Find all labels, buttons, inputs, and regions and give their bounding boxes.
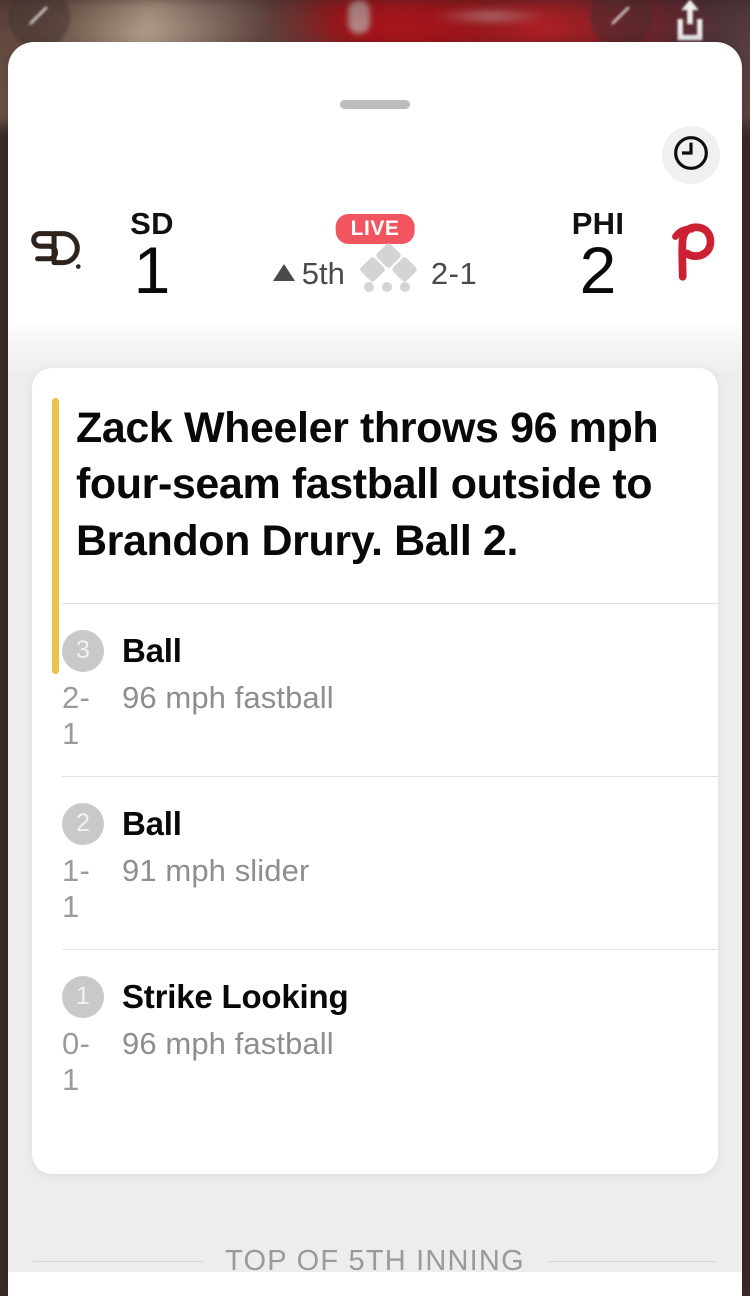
out-dot (399, 282, 410, 292)
home-team-score: 2 (579, 232, 617, 307)
outs-indicator (363, 282, 410, 292)
pitch-number-badge: 1 (62, 975, 104, 1018)
pitch-result: Ball (122, 631, 182, 669)
away-team-score-block: SD 1 (104, 208, 200, 307)
pitch-row[interactable]: 3 Ball 2-1 96 mph fastball (62, 602, 718, 776)
scoreboard[interactable]: SD 1 LIVE 5th 2-1 PHI 2 (8, 190, 742, 318)
pitch-count: 1-1 (62, 852, 91, 924)
phillies-logo (661, 219, 727, 290)
pitch-count: 2-1 (62, 679, 91, 751)
pitch-detail-line: 2-1 96 mph fastball (62, 680, 718, 752)
away-team-score: 1 (133, 232, 171, 307)
away-team-logo (8, 221, 104, 288)
play-headline: Zack Wheeler throws 96 mph four-seam fas… (76, 404, 659, 565)
pitch-number-badge: 3 (62, 629, 104, 672)
pencil-icon (24, 0, 54, 35)
pitch-list: 3 Ball 2-1 96 mph fastball 2 Ball 1-1 91… (32, 602, 718, 1122)
status-badge: LIVE (335, 214, 415, 244)
out-dot (381, 282, 392, 292)
inning-footer: TOP OF 5TH INNING (8, 1245, 742, 1278)
pitch-result-line: 2 Ball (62, 802, 718, 845)
app-root: SD 1 LIVE 5th 2-1 PHI 2 Zack Wheeler thr… (0, 0, 750, 1296)
game-detail-sheet: SD 1 LIVE 5th 2-1 PHI 2 Zack Wheeler thr… (8, 42, 742, 1296)
inning-label: 5th (301, 256, 345, 291)
pitch-row[interactable]: 2 Ball 1-1 91 mph slider (62, 775, 718, 949)
clock-icon (671, 133, 711, 178)
pencil-icon (606, 0, 636, 35)
ball-strike-count: 2-1 (430, 256, 478, 291)
pitch-detail-line: 1-1 91 mph slider (62, 853, 718, 925)
pitch-result-line: 3 Ball (62, 629, 718, 672)
pitch-description: 96 mph fastball (122, 1025, 334, 1061)
pitch-description: 91 mph slider (122, 852, 310, 888)
footer-divider-right (546, 1261, 717, 1262)
clock-button[interactable] (662, 126, 720, 184)
pitch-result: Strike Looking (122, 977, 349, 1015)
pitch-detail-line: 0-1 96 mph fastball (62, 1026, 718, 1098)
pitch-result: Ball (122, 804, 182, 842)
inning-indicator: 5th (272, 256, 345, 292)
home-team-score-block: PHI 2 (550, 208, 646, 307)
inning-top-arrow-icon (272, 263, 295, 281)
footer-divider-left (33, 1261, 204, 1262)
home-team-logo (646, 219, 742, 290)
share-button[interactable] (668, 0, 712, 42)
bases-diagram (358, 242, 418, 292)
play-headline-row: Zack Wheeler throws 96 mph four-seam fas… (32, 368, 718, 674)
inning-footer-label: TOP OF 5TH INNING (225, 1245, 525, 1277)
padres-logo (25, 221, 87, 288)
pitch-number-badge: 2 (62, 802, 104, 845)
out-dot (363, 282, 374, 292)
pitch-result-line: 1 Strike Looking (62, 975, 718, 1018)
game-state: LIVE 5th 2-1 (200, 190, 550, 318)
sheet-drag-handle[interactable] (340, 100, 410, 109)
pitch-description: 96 mph fastball (122, 679, 334, 715)
play-card[interactable]: Zack Wheeler throws 96 mph four-seam fas… (32, 368, 718, 1174)
pitch-row[interactable]: 1 Strike Looking 0-1 96 mph fastball (62, 948, 718, 1122)
play-accent-bar (52, 398, 59, 674)
pitch-count: 0-1 (62, 1025, 91, 1097)
